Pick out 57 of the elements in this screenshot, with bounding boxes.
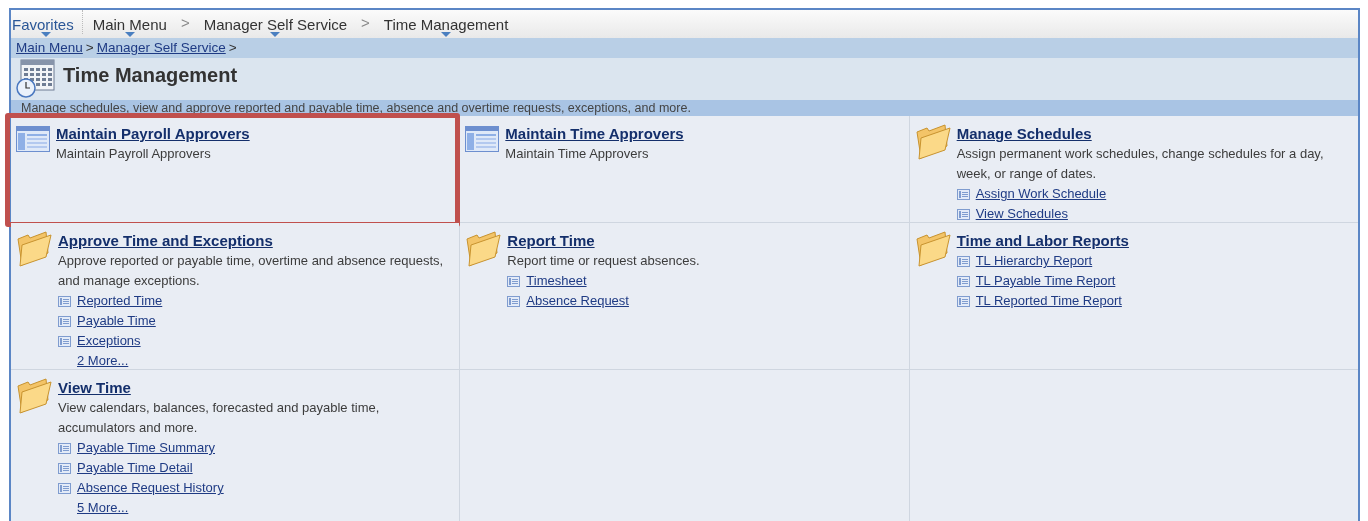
tile-description: View calendars, balances, forecasted and payable time, accumulators and more. bbox=[58, 399, 381, 438]
menu-link[interactable]: Payable Time Summary bbox=[77, 438, 215, 459]
menu-link[interactable]: Timesheet bbox=[526, 271, 587, 292]
tile-description: Assign permanent work schedules, change schedules for a day, week, or range of dates. bbox=[956, 145, 1325, 184]
tile-description: Report time or request absences. bbox=[507, 252, 700, 271]
page-icon bbox=[58, 295, 71, 307]
tile-title-link[interactable]: View Time bbox=[58, 378, 131, 399]
page-icon bbox=[58, 335, 71, 347]
page-icon bbox=[956, 208, 970, 220]
page-icon bbox=[58, 315, 71, 327]
page-icon bbox=[956, 275, 970, 287]
nav-separator: > bbox=[360, 13, 371, 33]
window-icon bbox=[465, 126, 500, 153]
page-description: Manage schedules, view and approve reported and payable time, absence and overtime requests, exceptions, and more. bbox=[21, 101, 691, 116]
page-title: Time Management bbox=[63, 63, 238, 89]
tile-description: Maintain Time Approvers bbox=[505, 145, 650, 164]
page-icon bbox=[58, 442, 71, 454]
menu-link[interactable]: TL Hierarchy Report bbox=[975, 251, 1093, 272]
folder-icon bbox=[914, 124, 951, 161]
menu-link[interactable]: Exceptions bbox=[77, 331, 141, 352]
page-icon bbox=[507, 295, 521, 307]
tile-title-link[interactable]: Report Time bbox=[507, 231, 595, 252]
breadcrumb-link[interactable]: Main Menu bbox=[16, 38, 83, 59]
page-icon bbox=[956, 295, 970, 307]
tile-title-link[interactable]: Manage Schedules bbox=[956, 124, 1092, 145]
tile-title-link[interactable]: Maintain Payroll Approvers bbox=[56, 124, 250, 145]
folder-icon bbox=[914, 231, 951, 268]
menu-link[interactable]: Assign Work Schedule bbox=[975, 184, 1107, 205]
page-icon bbox=[58, 482, 71, 494]
menu-link[interactable]: Absence Request bbox=[526, 291, 629, 312]
page-icon bbox=[507, 275, 521, 287]
tile-title-link[interactable]: Time and Labor Reports bbox=[956, 231, 1129, 252]
more-link[interactable]: 5 More... bbox=[58, 498, 129, 519]
menu-link[interactable]: Reported Time bbox=[77, 291, 163, 312]
folder-icon bbox=[16, 378, 52, 415]
tile-description: Approve reported or payable time, overtime and absence requests, and manage exceptions. bbox=[58, 252, 445, 291]
tile-description: Maintain Payroll Approvers bbox=[56, 145, 212, 164]
menu-link[interactable]: View Schedules bbox=[975, 204, 1068, 225]
menu-link[interactable]: TL Payable Time Report bbox=[975, 271, 1116, 292]
more-link[interactable]: 2 More... bbox=[58, 351, 129, 372]
nav-separator: > bbox=[179, 13, 191, 33]
menu-link[interactable]: Payable Time Detail bbox=[77, 458, 193, 479]
page-icon bbox=[956, 255, 970, 267]
menu-link[interactable]: Payable Time bbox=[77, 311, 156, 332]
breadcrumb-separator: > bbox=[85, 39, 94, 57]
folder-icon bbox=[16, 231, 52, 268]
window-icon bbox=[16, 126, 50, 153]
page-icon bbox=[956, 188, 970, 200]
folder-icon bbox=[465, 231, 502, 268]
breadcrumb-separator: > bbox=[228, 39, 237, 57]
tile-title-link[interactable]: Approve Time and Exceptions bbox=[58, 231, 273, 252]
menu-link[interactable]: TL Reported Time Report bbox=[975, 291, 1122, 312]
tile-title-link[interactable]: Maintain Time Approvers bbox=[505, 124, 684, 145]
breadcrumb-link[interactable]: Manager Self Service bbox=[96, 38, 226, 59]
calendar-clock-icon bbox=[15, 58, 55, 99]
page-icon bbox=[58, 462, 71, 474]
menu-link[interactable]: Absence Request History bbox=[77, 478, 224, 499]
